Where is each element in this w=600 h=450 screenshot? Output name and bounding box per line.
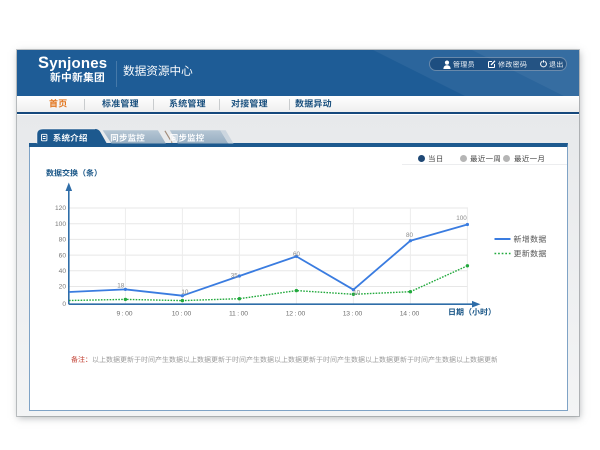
svg-text:18: 18 <box>117 283 125 290</box>
svg-text:40: 40 <box>59 268 67 275</box>
svg-text:60: 60 <box>59 252 67 259</box>
svg-text:35: 35 <box>231 272 239 279</box>
svg-text:20: 20 <box>59 284 67 291</box>
svg-text:0: 0 <box>62 301 66 308</box>
svg-text:11 : 00: 11 : 00 <box>229 311 248 318</box>
svg-text:100: 100 <box>456 215 467 222</box>
svg-text:13 : 00: 13 : 00 <box>343 311 363 318</box>
svg-text:80: 80 <box>59 237 67 244</box>
svg-text:120: 120 <box>55 205 66 212</box>
svg-text:10 : 00: 10 : 00 <box>172 311 192 318</box>
svg-text:14 : 00: 14 : 00 <box>400 311 420 318</box>
svg-text:9 : 00: 9 : 00 <box>116 311 132 318</box>
svg-text:80: 80 <box>406 232 414 239</box>
svg-text:100: 100 <box>55 221 66 228</box>
svg-text:60: 60 <box>293 251 301 258</box>
svg-text:12 : 00: 12 : 00 <box>286 311 306 318</box>
svg-text:10: 10 <box>181 289 189 296</box>
svg-text:10: 10 <box>353 289 361 296</box>
